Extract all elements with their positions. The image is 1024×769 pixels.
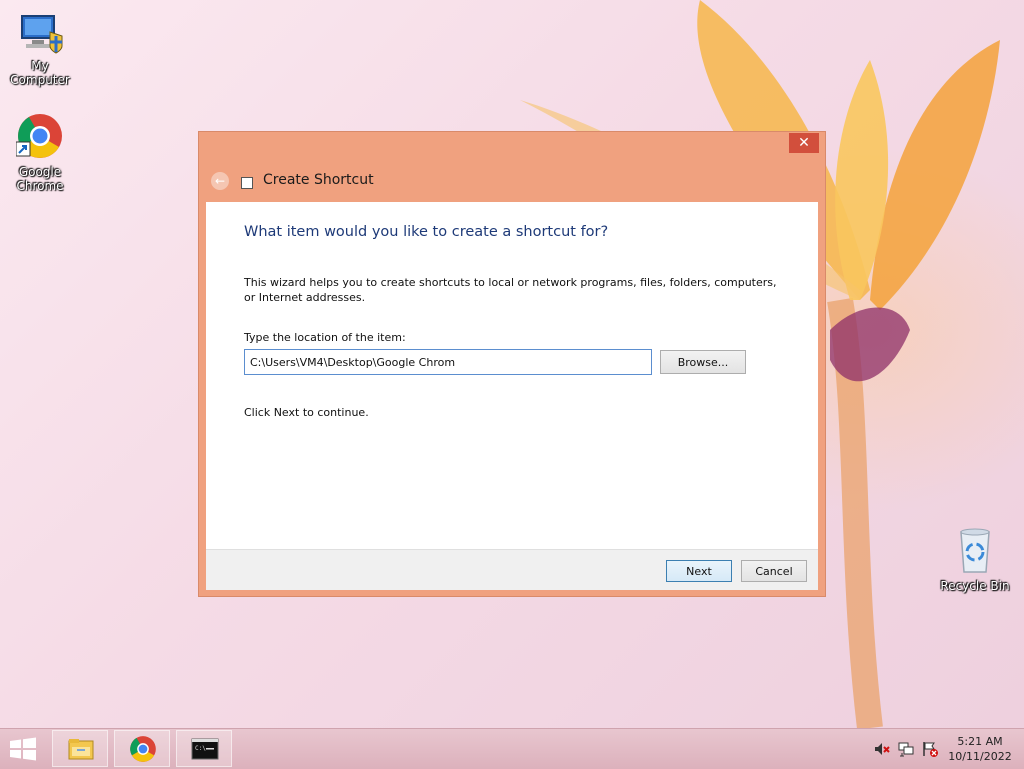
clock-time: 5:21 AM <box>957 735 1003 748</box>
wizard-description: This wizard helps you to create shortcut… <box>244 276 777 304</box>
desktop-icon-label: My Computer <box>10 59 70 87</box>
location-input[interactable] <box>244 349 652 375</box>
shortcut-icon <box>241 177 253 189</box>
windows-logo-icon <box>10 737 36 761</box>
network-icon[interactable] <box>898 741 914 757</box>
start-button[interactable] <box>8 737 38 761</box>
wizard-content: What item would you like to create a sho… <box>206 202 818 549</box>
action-center-flag-icon[interactable] <box>922 741 938 757</box>
browse-button[interactable]: Browse... <box>660 350 746 374</box>
desktop-icon-my-computer[interactable]: My Computer <box>0 14 80 87</box>
system-clock[interactable]: 5:21 AM 10/11/2022 <box>948 734 1012 764</box>
continue-instruction: Click Next to continue. <box>244 406 369 419</box>
recycle-bin-icon <box>935 526 1015 577</box>
taskbar-chrome[interactable] <box>114 730 170 767</box>
chrome-icon <box>130 736 156 762</box>
dialog-title: Create Shortcut <box>263 172 374 188</box>
next-button[interactable]: Next <box>666 560 732 582</box>
svg-text:C:\: C:\ <box>195 745 206 752</box>
desktop-icon-label: Google Chrome <box>16 165 64 193</box>
dialog-footer: Next Cancel <box>206 549 818 590</box>
desktop-icon-label: Recycle Bin <box>940 579 1010 593</box>
wizard-heading: What item would you like to create a sho… <box>244 224 609 240</box>
desktop-icon-recycle-bin[interactable]: Recycle Bin <box>935 526 1015 593</box>
location-label: Type the location of the item: <box>244 331 406 344</box>
command-prompt-icon: C:\ <box>191 738 219 760</box>
cancel-button[interactable]: Cancel <box>741 560 807 582</box>
back-arrow-icon[interactable]: ← <box>211 172 229 190</box>
taskbar-file-explorer[interactable] <box>52 730 108 767</box>
computer-icon <box>0 14 80 57</box>
create-shortcut-dialog: ✕ ← Create Shortcut What item would you … <box>198 131 826 597</box>
volume-muted-icon[interactable] <box>874 741 890 757</box>
chrome-icon <box>0 112 80 163</box>
close-button[interactable]: ✕ <box>789 133 819 153</box>
clock-date: 10/11/2022 <box>948 750 1012 763</box>
taskbar-command-prompt[interactable]: C:\ <box>176 730 232 767</box>
desktop-icon-google-chrome[interactable]: Google Chrome <box>0 112 80 193</box>
taskbar: C:\ 5:21 AM 10/11/2022 <box>0 728 1024 769</box>
file-explorer-icon <box>68 739 94 760</box>
